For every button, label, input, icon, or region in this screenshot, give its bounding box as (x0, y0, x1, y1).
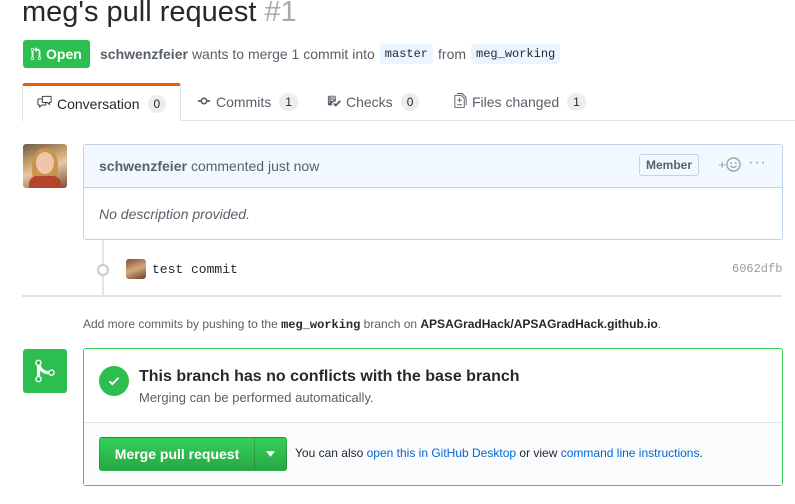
tab-commits[interactable]: Commits 1 (183, 83, 312, 121)
git-pull-request-icon (30, 47, 42, 61)
tab-commits-count: 1 (279, 93, 298, 111)
push-note-before: Add more commits by pushing to the (83, 317, 278, 331)
pr-number: #1 (264, 0, 297, 28)
pr-title-text: meg's pull request (22, 0, 257, 28)
push-note-middle: branch on (363, 317, 418, 331)
merge-alt-end: . (699, 446, 703, 460)
merge-method-dropdown[interactable] (254, 437, 287, 471)
comment-discussion-icon (37, 95, 52, 112)
push-note-repo: APSAGradHack/APSAGradHack.github.io (420, 317, 658, 331)
pr-meta: schwenzfeier wants to merge 1 commit int… (100, 44, 565, 64)
state-label: Open (46, 46, 82, 62)
merge-status: This branch has no conflicts with the ba… (84, 349, 782, 423)
comment-author-link[interactable]: schwenzfeier (99, 158, 187, 174)
git-commit-icon (97, 264, 109, 276)
push-note: Add more commits by pushing to the meg_w… (83, 317, 661, 332)
add-reaction-button[interactable]: + (718, 157, 741, 172)
git-merge-icon (23, 349, 67, 393)
member-badge: Member (638, 154, 699, 176)
tab-checks[interactable]: Checks 0 (313, 83, 433, 121)
push-note-end: . (657, 317, 662, 331)
merge-alt-middle: or view (519, 446, 558, 460)
pr-title: meg's pull request #1 (22, 0, 297, 29)
check-icon (99, 366, 129, 396)
comment-box: schwenzfeier commented just now Member +… (83, 144, 783, 240)
tab-commits-label: Commits (216, 94, 272, 110)
commit-message-link[interactable]: test commit (152, 262, 238, 277)
pr-from-text: from (438, 46, 467, 62)
avatar[interactable] (23, 144, 67, 188)
tab-checks-label: Checks (346, 94, 393, 110)
state-badge: Open (23, 40, 90, 68)
tab-checks-count: 0 (400, 93, 420, 111)
comment-action: commented just now (190, 158, 320, 174)
merge-status-subtitle: Merging can be performed automatically. (139, 390, 374, 405)
head-branch[interactable]: meg_working (471, 44, 561, 64)
tab-files-changed-label: Files changed (472, 94, 560, 110)
command-line-instructions-link[interactable]: command line instructions (561, 446, 700, 460)
base-branch[interactable]: master (379, 44, 434, 64)
comment-header: schwenzfeier commented just now Member +… (84, 145, 782, 188)
push-note-branch: meg_working (281, 318, 361, 332)
pr-meta-text: wants to merge 1 commit into (191, 46, 375, 62)
merge-actions: Merge pull request You can also open thi… (84, 423, 782, 485)
checklist-icon (327, 94, 341, 111)
pr-author-link[interactable]: schwenzfeier (100, 46, 188, 62)
tab-files-changed-count: 1 (567, 93, 586, 111)
file-diff-icon (454, 93, 467, 111)
kebab-horizontal-icon: ··· (748, 154, 767, 171)
tab-conversation-label: Conversation (57, 95, 140, 112)
merge-alternatives: You can also open this in GitHub Desktop… (295, 446, 703, 460)
timeline-divider (22, 295, 782, 297)
merge-box: This branch has no conflicts with the ba… (83, 348, 783, 486)
smiley-icon (726, 157, 741, 172)
triangle-down-icon (266, 451, 275, 457)
open-in-desktop-link[interactable]: open this in GitHub Desktop (367, 446, 516, 460)
tab-conversation[interactable]: Conversation 0 (22, 83, 182, 122)
merge-alt-prefix: You can also (295, 446, 364, 460)
tab-conversation-count: 0 (147, 94, 167, 113)
merge-status-title: This branch has no conflicts with the ba… (139, 368, 520, 385)
comment-body: No description provided. (99, 206, 250, 222)
tab-files-changed[interactable]: Files changed 1 (440, 83, 600, 121)
commit-avatar[interactable] (126, 259, 146, 279)
merge-pull-request-button[interactable]: Merge pull request (99, 437, 255, 471)
more-options-button[interactable]: ··· (748, 154, 767, 172)
commit-sha-link[interactable]: 6062dfb (732, 262, 782, 276)
git-commit-icon (197, 94, 211, 111)
